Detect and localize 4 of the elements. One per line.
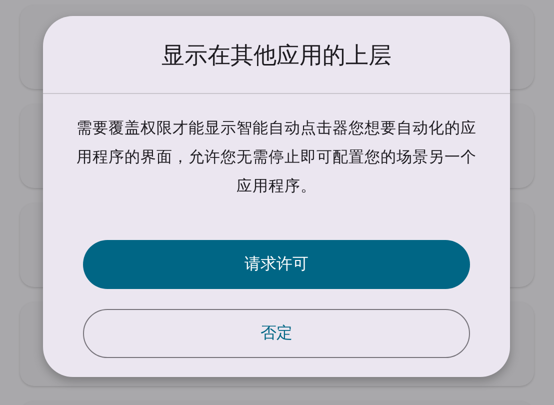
request-permission-button[interactable]: 请求许可	[83, 240, 470, 289]
deny-button[interactable]: 否定	[83, 309, 470, 358]
dialog-title: 显示在其他应用的上层	[160, 42, 392, 71]
dialog-message: 需要覆盖权限才能显示智能自动点击器您想要自动化的应用程序的界面，允许您无需停止即可配置您的场景另一个应用程序。	[76, 118, 478, 197]
